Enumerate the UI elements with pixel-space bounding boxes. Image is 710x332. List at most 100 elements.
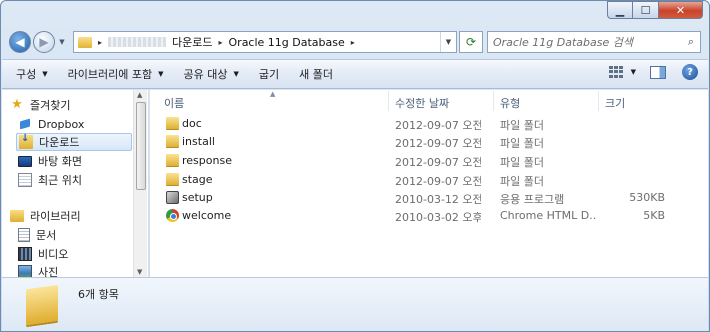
folder-large-icon xyxy=(26,284,58,328)
breadcrumb-downloads[interactable]: 다운로드 xyxy=(172,34,212,50)
navigation-pane: ★ 즐겨찾기 Dropbox 다운로드 바탕 화면 최근 위치 라이브러리 문서 xyxy=(2,90,149,277)
burn-button[interactable]: 굽기 xyxy=(259,66,279,82)
forward-button[interactable]: ▶ xyxy=(33,31,55,53)
file-row-response[interactable]: response 2012-09-07 오전... 파일 폴더 xyxy=(150,152,708,170)
explorer-window: ▁ ☐ ✕ ◀ ▶ ▼ ▸ 다운로드 ▸ Oracle 11g Database… xyxy=(0,0,710,332)
chrome-html-icon xyxy=(166,209,179,222)
chevron-down-icon: ▼ xyxy=(158,70,164,78)
file-type: 파일 폴더 xyxy=(500,175,544,188)
navigation-scrollbar[interactable]: ▲ ▼ xyxy=(133,90,147,277)
sidebar-item-label: 사진 xyxy=(38,266,59,277)
file-date: 2012-09-07 오전... xyxy=(395,175,481,188)
chevron-right-icon[interactable]: ▸ xyxy=(219,38,223,47)
view-options-dropdown[interactable]: ▼ xyxy=(631,68,636,76)
recent-places-icon xyxy=(18,173,32,187)
breadcrumb-oracle-database[interactable]: Oracle 11g Database xyxy=(229,36,345,49)
search-icon[interactable]: ⌕ xyxy=(682,35,700,49)
column-name[interactable]: 이름 xyxy=(164,95,184,111)
folder-icon xyxy=(166,117,179,130)
recent-pages-dropdown[interactable]: ▼ xyxy=(57,38,67,46)
star-icon: ★ xyxy=(11,97,23,112)
scroll-down-icon[interactable]: ▼ xyxy=(137,268,142,276)
file-name: welcome xyxy=(182,209,232,222)
search-input[interactable] xyxy=(493,35,682,49)
sidebar-item-pictures[interactable]: 사진 xyxy=(18,263,58,277)
help-icon[interactable]: ? xyxy=(682,64,698,80)
sidebar-item-documents[interactable]: 문서 xyxy=(18,226,56,244)
file-date: 2012-09-07 오전... xyxy=(395,119,481,132)
search-box: ⌕ xyxy=(487,31,701,53)
chevron-right-icon[interactable]: ▸ xyxy=(351,38,355,47)
redacted-path-segment xyxy=(108,37,167,47)
file-date: 2010-03-12 오전... xyxy=(395,193,481,206)
folder-icon xyxy=(166,173,179,186)
file-date: 2012-09-07 오전... xyxy=(395,137,481,150)
column-header: ▲ 이름 수정한 날짜 유형 크기 xyxy=(150,90,708,111)
desktop-icon xyxy=(18,155,32,167)
sidebar-item-label: 최근 위치 xyxy=(38,174,82,187)
sort-ascending-icon: ▲ xyxy=(270,90,276,98)
scrollbar-thumb[interactable] xyxy=(136,102,146,190)
documents-icon xyxy=(18,228,30,242)
sidebar-item-recent[interactable]: 최근 위치 xyxy=(18,171,82,189)
chevron-right-icon[interactable]: ▸ xyxy=(98,38,102,47)
videos-icon xyxy=(18,247,32,261)
refresh-button[interactable]: ⟳ xyxy=(459,31,483,53)
file-name: install xyxy=(182,135,215,148)
include-in-library-label: 라이브러리에 포함 xyxy=(67,68,153,81)
view-details-icon[interactable] xyxy=(608,66,625,78)
sidebar-item-videos[interactable]: 비디오 xyxy=(18,245,68,263)
scroll-up-icon[interactable]: ▲ xyxy=(137,91,142,99)
maximize-button[interactable]: ☐ xyxy=(633,1,659,19)
column-divider[interactable] xyxy=(493,91,494,111)
sidebar-item-desktop[interactable]: 바탕 화면 xyxy=(18,152,82,170)
caption-buttons: ▁ ☐ ✕ xyxy=(607,1,703,21)
file-type: 파일 폴더 xyxy=(500,156,544,169)
minimize-button[interactable]: ▁ xyxy=(607,1,633,19)
folder-icon xyxy=(166,154,179,167)
sidebar-item-label: 비디오 xyxy=(38,248,69,261)
address-history-dropdown[interactable]: ▼ xyxy=(440,32,456,52)
address-bar[interactable]: ▸ 다운로드 ▸ Oracle 11g Database ▸ ▼ xyxy=(73,31,457,53)
sidebar-item-favorites[interactable]: ★ 즐겨찾기 xyxy=(10,96,70,114)
organize-button[interactable]: 구성 ▼ xyxy=(16,66,48,82)
new-folder-button[interactable]: 새 폴더 xyxy=(299,66,333,82)
file-name: doc xyxy=(182,117,202,130)
sidebar-item-dropbox[interactable]: Dropbox xyxy=(18,115,84,133)
file-row-install[interactable]: install 2012-09-07 오전... 파일 폴더 xyxy=(150,133,708,151)
file-size: 5KB xyxy=(643,209,665,222)
file-row-setup[interactable]: setup 2010-03-12 오전... 응용 프로그램 530KB xyxy=(150,189,708,207)
downloads-folder-icon xyxy=(19,133,33,149)
libraries-icon xyxy=(10,210,24,222)
pictures-icon xyxy=(18,265,32,277)
file-type: Chrome HTML D... xyxy=(500,209,596,222)
file-size: 530KB xyxy=(629,191,665,204)
preview-pane-icon[interactable] xyxy=(650,65,666,79)
sidebar-item-label: 문서 xyxy=(36,229,57,242)
file-type: 응용 프로그램 xyxy=(500,193,565,206)
sidebar-item-downloads[interactable]: 다운로드 xyxy=(16,133,132,151)
close-button[interactable]: ✕ xyxy=(659,1,703,19)
file-row-doc[interactable]: doc 2012-09-07 오전... 파일 폴더 xyxy=(150,115,708,133)
column-size[interactable]: 크기 xyxy=(605,95,625,111)
arrow-left-icon: ◀ xyxy=(15,35,25,49)
column-divider[interactable] xyxy=(598,91,599,111)
dropbox-icon xyxy=(18,117,32,131)
column-type[interactable]: 유형 xyxy=(500,95,520,111)
installer-icon xyxy=(166,191,179,204)
command-bar: 구성 ▼ 라이브러리에 포함 ▼ 공유 대상 ▼ 굽기 새 폴더 ▼ ? xyxy=(2,59,708,89)
file-row-stage[interactable]: stage 2012-09-07 오전... 파일 폴더 xyxy=(150,171,708,189)
sidebar-item-label: 다운로드 xyxy=(39,136,80,149)
file-row-welcome[interactable]: welcome 2010-03-02 오후... Chrome HTML D..… xyxy=(150,207,708,225)
column-date-modified[interactable]: 수정한 날짜 xyxy=(395,95,449,111)
sidebar-item-libraries[interactable]: 라이브러리 xyxy=(10,207,81,225)
column-divider[interactable] xyxy=(388,91,389,111)
organize-label: 구성 xyxy=(16,68,37,81)
chevron-down-icon: ▼ xyxy=(233,70,239,78)
include-in-library-button[interactable]: 라이브러리에 포함 ▼ xyxy=(68,66,164,82)
share-with-button[interactable]: 공유 대상 ▼ xyxy=(184,66,239,82)
item-count: 6개 항목 xyxy=(78,288,119,301)
share-with-label: 공유 대상 xyxy=(183,68,228,81)
refresh-icon: ⟳ xyxy=(465,35,477,49)
back-button[interactable]: ◀ xyxy=(9,31,31,53)
